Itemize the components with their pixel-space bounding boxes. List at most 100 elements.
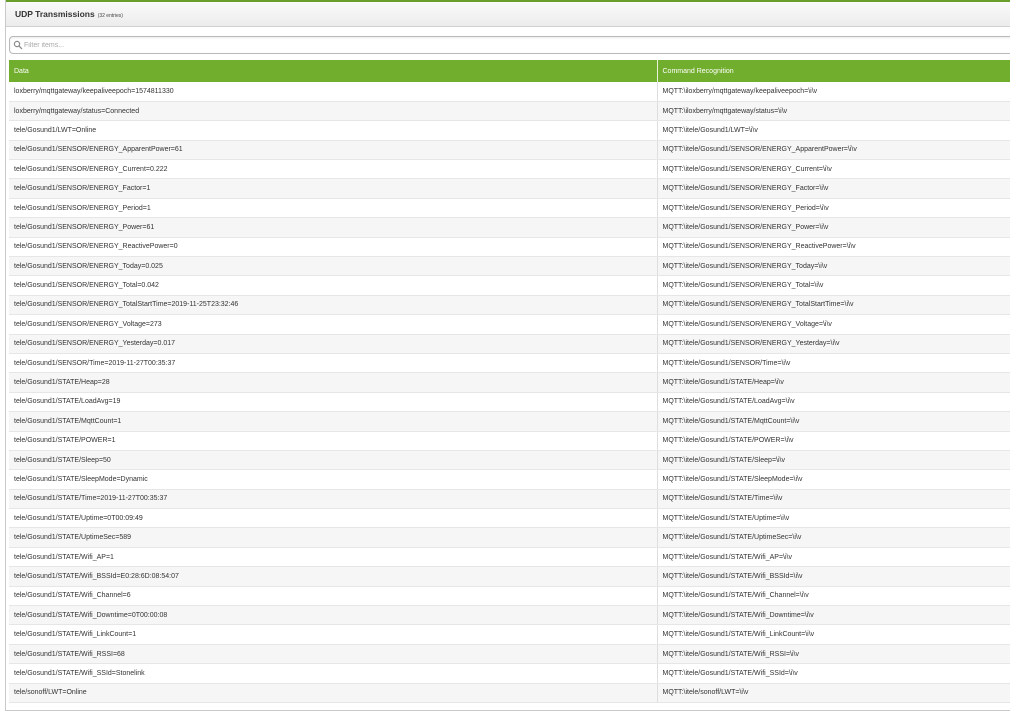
data-cell: tele/Gosund1/STATE/Wifi_BSSId=E0:28:6D:0…: [9, 566, 658, 587]
table-row[interactable]: tele/Gosund1/STATE/Wifi_Downtime=0T00:00…: [9, 605, 1010, 626]
data-cell: tele/Gosund1/SENSOR/ENERGY_Factor=1: [9, 178, 658, 199]
command-recognition-cell: MQTT:\itele/Gosund1/STATE/Wifi_LinkCount…: [657, 624, 1010, 645]
data-cell: tele/Gosund1/SENSOR/ENERGY_ReactivePower…: [9, 237, 658, 258]
command-recognition-cell: MQTT:\itele/Gosund1/SENSOR/ENERGY_Factor…: [657, 178, 1010, 199]
data-cell: tele/Gosund1/SENSOR/ENERGY_ApparentPower…: [9, 140, 658, 161]
table-row[interactable]: tele/sonoff/LWT=Online MQTT:\itele/sonoff…: [9, 683, 1010, 704]
table-row[interactable]: tele/Gosund1/STATE/Wifi_BSSId=E0:28:6D:0…: [9, 566, 1010, 587]
command-recognition-cell: MQTT:\itele/Gosund1/STATE/Wifi_AP=\i\v: [657, 547, 1010, 568]
table-row[interactable]: tele/Gosund1/STATE/Uptime=0T00:09:49 MQTT…: [9, 508, 1010, 529]
table-row[interactable]: tele/Gosund1/SENSOR/ENERGY_ApparentPower…: [9, 140, 1010, 161]
command-recognition-cell: MQTT:\itele/Gosund1/SENSOR/ENERGY_Period…: [657, 198, 1010, 219]
table-row[interactable]: tele/Gosund1/SENSOR/ENERGY_Period=1 MQTT:…: [9, 198, 1010, 219]
data-cell: tele/Gosund1/STATE/UptimeSec=589: [9, 527, 658, 548]
command-recognition-cell: MQTT:\itele/Gosund1/STATE/Wifi_SSId=\i\v: [657, 663, 1010, 684]
column-header-command-recognition[interactable]: Command Recognition: [657, 60, 1010, 82]
data-cell: tele/Gosund1/STATE/Wifi_LinkCount=1: [9, 624, 658, 645]
command-recognition-cell: MQTT:\itele/Gosund1/STATE/Heap=\i\v: [657, 372, 1010, 393]
table-row[interactable]: tele/Gosund1/STATE/Time=2019-11-27T00:35…: [9, 489, 1010, 510]
table-row[interactable]: tele/Gosund1/STATE/Wifi_LinkCount=1 MQTT:…: [9, 624, 1010, 645]
command-recognition-cell: MQTT:\itele/Gosund1/STATE/Time=\i\v: [657, 489, 1010, 510]
command-recognition-cell: MQTT:\itele/Gosund1/STATE/Wifi_BSSId=\i\…: [657, 566, 1010, 587]
data-cell: tele/Gosund1/STATE/Time=2019-11-27T00:35…: [9, 489, 658, 510]
filter-box[interactable]: [9, 36, 1010, 54]
data-cell: tele/Gosund1/STATE/POWER=1: [9, 431, 658, 451]
data-cell: tele/Gosund1/SENSOR/ENERGY_Voltage=273: [9, 314, 658, 335]
data-cell: tele/Gosund1/SENSOR/ENERGY_Yesterday=0.0…: [9, 334, 658, 354]
data-cell: tele/Gosund1/SENSOR/ENERGY_Today=0.025: [9, 256, 658, 277]
data-cell: tele/Gosund1/STATE/LoadAvg=19: [9, 392, 658, 413]
command-recognition-cell: MQTT:\itele/Gosund1/STATE/Wifi_Channel=\…: [657, 586, 1010, 607]
data-cell: tele/Gosund1/STATE/Sleep=50: [9, 450, 658, 471]
data-cell: tele/Gosund1/STATE/Uptime=0T00:09:49: [9, 508, 658, 529]
udp-table: Data Command Recognition loxberry/mqttga…: [9, 60, 1010, 704]
table-row[interactable]: tele/Gosund1/STATE/Wifi_RSSI=68 MQTT:\ite…: [9, 644, 1010, 665]
table-row[interactable]: tele/Gosund1/SENSOR/ENERGY_Voltage=273 MQ…: [9, 314, 1010, 335]
panel-header: UDP Transmissions (32 entries): [6, 0, 1010, 27]
data-cell: loxberry/mqttgateway/status=Connected: [9, 101, 658, 122]
command-recognition-cell: MQTT:\itele/Gosund1/SENSOR/ENERGY_Yester…: [657, 334, 1010, 354]
data-cell: tele/Gosund1/SENSOR/ENERGY_Total=0.042: [9, 275, 658, 296]
command-recognition-cell: MQTT:\iloxberry/mqttgateway/keepaliveepo…: [657, 82, 1010, 102]
command-recognition-cell: MQTT:\itele/Gosund1/STATE/UptimeSec=\i\v: [657, 527, 1010, 548]
command-recognition-cell: MQTT:\itele/Gosund1/STATE/Uptime=\i\v: [657, 508, 1010, 529]
table-row[interactable]: tele/Gosund1/SENSOR/ENERGY_Power=61 MQTT:…: [9, 217, 1010, 238]
command-recognition-cell: MQTT:\itele/Gosund1/SENSOR/ENERGY_Total=…: [657, 275, 1010, 296]
table-body: loxberry/mqttgateway/keepaliveepoch=1574…: [9, 82, 1010, 704]
data-cell: tele/Gosund1/LWT=Online: [9, 120, 658, 141]
data-cell: tele/Gosund1/SENSOR/ENERGY_Current=0.222: [9, 159, 658, 180]
data-cell: tele/Gosund1/STATE/Heap=28: [9, 372, 658, 393]
data-cell: tele/Gosund1/SENSOR/ENERGY_Power=61: [9, 217, 658, 238]
command-recognition-cell: MQTT:\itele/Gosund1/STATE/POWER=\i\v: [657, 431, 1010, 451]
data-cell: tele/Gosund1/SENSOR/ENERGY_Period=1: [9, 198, 658, 219]
panel-title: UDP Transmissions: [15, 9, 95, 19]
table-row[interactable]: tele/Gosund1/SENSOR/ENERGY_TotalStartTim…: [9, 295, 1010, 316]
command-recognition-cell: MQTT:\itele/Gosund1/STATE/LoadAvg=\i\v: [657, 392, 1010, 413]
table-row[interactable]: tele/Gosund1/SENSOR/Time=2019-11-27T00:3…: [9, 353, 1010, 374]
data-cell: tele/Gosund1/STATE/Wifi_Channel=6: [9, 586, 658, 607]
table-row[interactable]: tele/Gosund1/STATE/UptimeSec=589 MQTT:\it…: [9, 527, 1010, 548]
table-row[interactable]: tele/Gosund1/STATE/Wifi_Channel=6 MQTT:\i…: [9, 586, 1010, 607]
table-row[interactable]: tele/Gosund1/STATE/MqttCount=1 MQTT:\itel…: [9, 411, 1010, 432]
command-recognition-cell: MQTT:\itele/Gosund1/STATE/Wifi_Downtime=…: [657, 605, 1010, 626]
command-recognition-cell: MQTT:\itele/Gosund1/SENSOR/ENERGY_Power=…: [657, 217, 1010, 238]
command-recognition-cell: MQTT:\itele/Gosund1/SENSOR/ENERGY_Today=…: [657, 256, 1010, 277]
table-row[interactable]: tele/Gosund1/STATE/Sleep=50 MQTT:\itele/G…: [9, 450, 1010, 471]
command-recognition-cell: MQTT:\itele/Gosund1/STATE/Wifi_RSSI=\i\v: [657, 644, 1010, 665]
table-row[interactable]: tele/Gosund1/SENSOR/ENERGY_Factor=1 MQTT:…: [9, 178, 1010, 199]
command-recognition-cell: MQTT:\itele/Gosund1/SENSOR/ENERGY_Reacti…: [657, 237, 1010, 258]
table-row[interactable]: tele/Gosund1/STATE/LoadAvg=19 MQTT:\itele…: [9, 392, 1010, 413]
column-header-data[interactable]: Data: [9, 60, 658, 82]
data-cell: loxberry/mqttgateway/keepaliveepoch=1574…: [9, 82, 658, 102]
table-row[interactable]: tele/Gosund1/SENSOR/ENERGY_Yesterday=0.0…: [9, 334, 1010, 354]
table-header-row: Data Command Recognition: [9, 60, 1010, 82]
command-recognition-cell: MQTT:\itele/Gosund1/SENSOR/ENERGY_TotalS…: [657, 295, 1010, 316]
table-row[interactable]: tele/Gosund1/SENSOR/ENERGY_Total=0.042 MQ…: [9, 275, 1010, 296]
data-cell: tele/Gosund1/STATE/SleepMode=Dynamic: [9, 469, 658, 490]
command-recognition-cell: MQTT:\itele/Gosund1/SENSOR/ENERGY_Curren…: [657, 159, 1010, 180]
entry-count: (32 entries): [97, 13, 123, 19]
data-cell: tele/Gosund1/STATE/Wifi_SSId=Stonelink: [9, 663, 658, 684]
table-row[interactable]: tele/Gosund1/SENSOR/ENERGY_Current=0.222…: [9, 159, 1010, 180]
table-row[interactable]: tele/Gosund1/SENSOR/ENERGY_ReactivePower…: [9, 237, 1010, 258]
data-cell: tele/Gosund1/SENSOR/Time=2019-11-27T00:3…: [9, 353, 658, 374]
data-cell: tele/Gosund1/STATE/Wifi_AP=1: [9, 547, 658, 568]
filter-input[interactable]: [24, 38, 924, 52]
table-row[interactable]: tele/Gosund1/LWT=Online MQTT:\itele/Gosun…: [9, 120, 1010, 141]
table-row[interactable]: loxberry/mqttgateway/status=Connected MQT…: [9, 101, 1010, 122]
command-recognition-cell: MQTT:\itele/Gosund1/SENSOR/ENERGY_Appare…: [657, 140, 1010, 161]
data-cell: tele/Gosund1/SENSOR/ENERGY_TotalStartTim…: [9, 295, 658, 316]
table-row[interactable]: tele/Gosund1/SENSOR/ENERGY_Today=0.025 MQ…: [9, 256, 1010, 277]
table-row[interactable]: tele/Gosund1/STATE/POWER=1 MQTT:\itele/Go…: [9, 431, 1010, 451]
command-recognition-cell: MQTT:\itele/Gosund1/STATE/SleepMode=\i\v: [657, 469, 1010, 490]
table-row[interactable]: tele/Gosund1/STATE/SleepMode=Dynamic MQTT…: [9, 469, 1010, 490]
data-cell: tele/sonoff/LWT=Online: [9, 683, 658, 704]
table-row[interactable]: tele/Gosund1/STATE/Wifi_AP=1 MQTT:\itele/…: [9, 547, 1010, 568]
search-icon: [13, 40, 23, 50]
table-row[interactable]: loxberry/mqttgateway/keepaliveepoch=1574…: [9, 82, 1010, 102]
command-recognition-cell: MQTT:\itele/Gosund1/STATE/Sleep=\i\v: [657, 450, 1010, 471]
table-row[interactable]: tele/Gosund1/STATE/Wifi_SSId=Stonelink MQ…: [9, 663, 1010, 684]
data-cell: tele/Gosund1/STATE/MqttCount=1: [9, 411, 658, 432]
table-row[interactable]: tele/Gosund1/STATE/Heap=28 MQTT:\itele/Go…: [9, 372, 1010, 393]
command-recognition-cell: MQTT:\itele/Gosund1/SENSOR/Time=\i\v: [657, 353, 1010, 374]
